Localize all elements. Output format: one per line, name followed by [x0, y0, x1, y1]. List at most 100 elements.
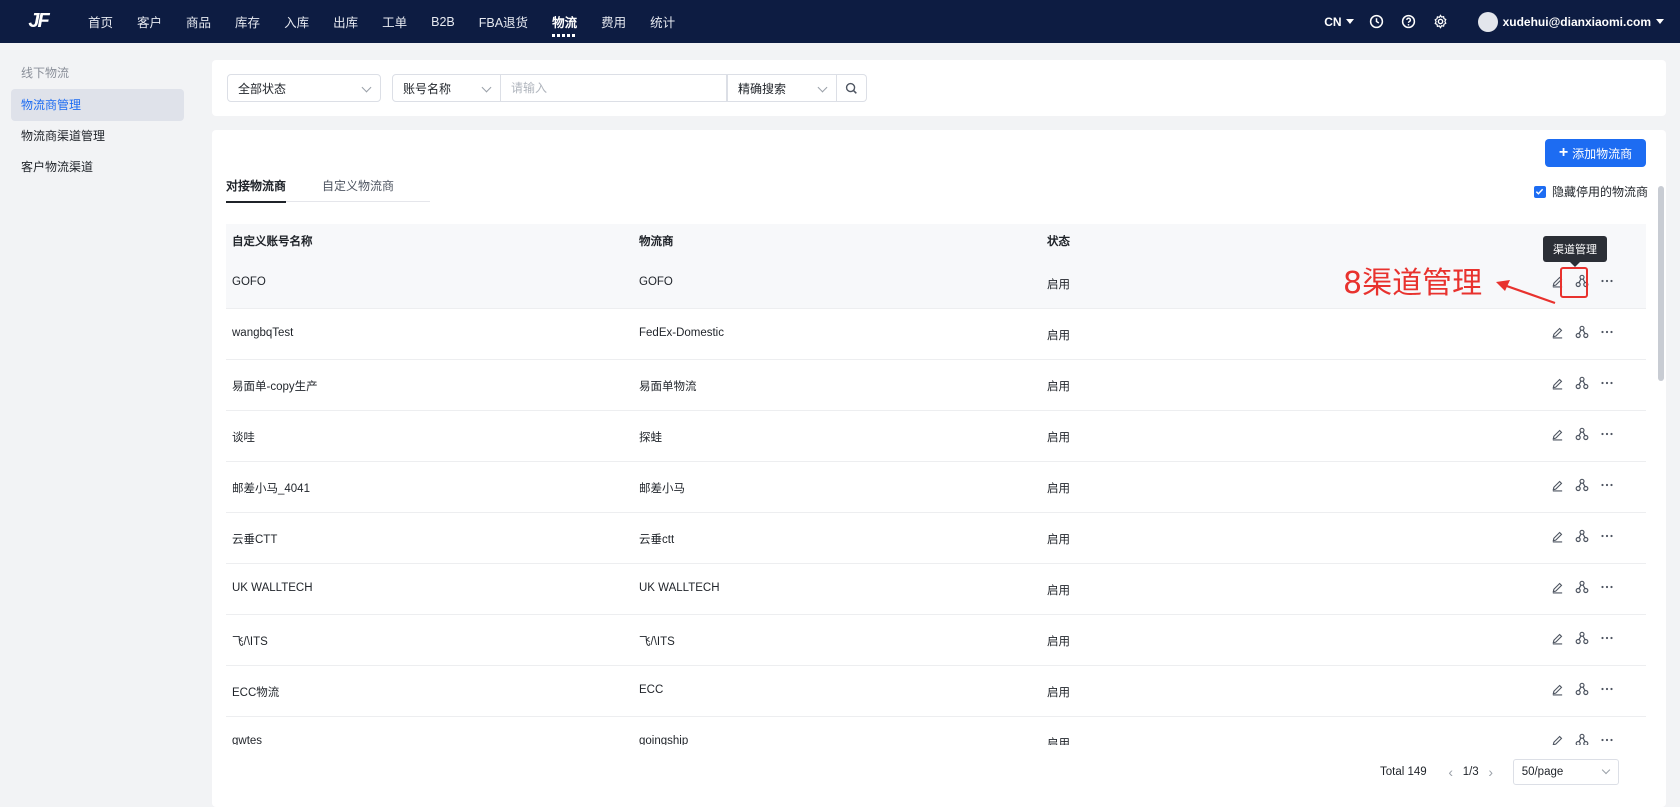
edit-icon[interactable] — [1549, 477, 1565, 493]
edit-icon[interactable] — [1549, 324, 1565, 340]
cell-account-name: wangbqTest — [232, 327, 294, 339]
more-options-icon[interactable] — [1599, 681, 1615, 697]
next-page-icon[interactable]: › — [1483, 764, 1499, 780]
nav-item[interactable]: 工单 — [370, 0, 419, 43]
chevron-down-icon — [1601, 765, 1610, 775]
more-options-icon[interactable] — [1599, 732, 1615, 745]
sidebar-item-carrier-management[interactable]: 物流商管理 — [11, 89, 184, 121]
cell-status: 启用 — [1047, 381, 1070, 393]
cell-account-name: 邮差小马_4041 — [232, 483, 310, 495]
help-icon[interactable] — [1400, 13, 1418, 31]
cell-status: 启用 — [1047, 330, 1070, 342]
annotation-arrow-icon — [1496, 280, 1556, 305]
clock-icon[interactable] — [1368, 13, 1386, 31]
search-field-select[interactable]: 账号名称 — [392, 74, 501, 102]
tab-custom-carriers[interactable]: 自定义物流商 — [322, 174, 394, 202]
row-actions — [1549, 477, 1615, 493]
edit-icon[interactable] — [1549, 579, 1565, 595]
nav-item[interactable]: FBA退货 — [467, 0, 540, 43]
edit-icon[interactable] — [1549, 375, 1565, 391]
more-options-icon[interactable] — [1599, 273, 1615, 289]
edit-icon[interactable] — [1549, 732, 1565, 745]
sidebar-item-customer-logistics-channel[interactable]: 客户物流渠道 — [11, 151, 184, 183]
table-row[interactable]: 谈哇 探蛙 启用 — [226, 411, 1646, 462]
column-header-account-name[interactable]: 自定义账号名称 — [232, 233, 313, 249]
nav-item[interactable]: 库存 — [223, 0, 272, 43]
cell-status: 启用 — [1047, 738, 1070, 745]
sidebar-item-carrier-channel-management[interactable]: 物流商渠道管理 — [11, 120, 184, 152]
filter-bar: 全部状态 账号名称 精确搜索 — [212, 60, 1666, 116]
channel-management-icon[interactable] — [1574, 630, 1590, 646]
nav-item[interactable]: 统计 — [638, 0, 687, 43]
cell-account-name: GOFO — [232, 276, 266, 288]
more-options-icon[interactable] — [1599, 477, 1615, 493]
channel-management-icon[interactable] — [1574, 426, 1590, 442]
search-input[interactable] — [501, 74, 727, 102]
nav-item[interactable]: 出库 — [321, 0, 370, 43]
app-logo[interactable]: JF — [0, 0, 76, 43]
nav-item[interactable]: 费用 — [589, 0, 638, 43]
nav-item[interactable]: B2B — [419, 0, 467, 43]
search-mode-value: 精确搜索 — [738, 81, 787, 96]
cell-carrier: 飞/\ITS — [639, 636, 675, 648]
channel-management-icon[interactable] — [1574, 324, 1590, 340]
channel-management-icon[interactable] — [1574, 477, 1590, 493]
more-options-icon[interactable] — [1599, 630, 1615, 646]
annotation-highlight-box — [1560, 267, 1588, 298]
edit-icon[interactable] — [1549, 630, 1565, 646]
plus-icon: + — [1558, 144, 1569, 161]
column-header-status[interactable]: 状态 — [1047, 233, 1070, 249]
channel-management-icon[interactable] — [1574, 375, 1590, 391]
nav-item[interactable]: 首页 — [76, 0, 125, 43]
hide-disabled-toggle[interactable]: 隐藏停用的物流商 — [1533, 183, 1648, 200]
table-row[interactable]: UK WALLTECH UK WALLTECH 启用 — [226, 564, 1646, 615]
add-carrier-label: 添加物流商 — [1572, 146, 1633, 161]
table-row[interactable]: wangbqTest FedEx-Domestic 启用 — [226, 309, 1646, 360]
cell-status: 启用 — [1047, 483, 1070, 495]
language-label: CN — [1324, 14, 1342, 29]
table-row[interactable]: 云垂CTT 云垂ctt 启用 — [226, 513, 1646, 564]
cell-status: 启用 — [1047, 687, 1070, 699]
more-options-icon[interactable] — [1599, 375, 1615, 391]
edit-icon[interactable] — [1549, 528, 1565, 544]
gear-icon[interactable] — [1432, 13, 1450, 31]
more-options-icon[interactable] — [1599, 426, 1615, 442]
more-options-icon[interactable] — [1599, 579, 1615, 595]
user-menu[interactable]: xudehui@dianxiaomi.com — [1477, 11, 1664, 32]
page-size-select[interactable]: 50/page — [1512, 759, 1619, 785]
add-carrier-button[interactable]: + 添加物流商 — [1545, 139, 1646, 167]
nav-item[interactable]: 物流 — [540, 0, 589, 43]
channel-management-icon[interactable] — [1574, 528, 1590, 544]
nav-item[interactable]: 入库 — [272, 0, 321, 43]
nav-item[interactable]: 客户 — [125, 0, 174, 43]
table-row[interactable]: 易面单-copy生产 易面单物流 启用 — [226, 360, 1646, 411]
edit-icon[interactable] — [1549, 681, 1565, 697]
cell-status: 启用 — [1047, 279, 1070, 291]
table-row[interactable]: ECC物流 ECC 启用 — [226, 666, 1646, 717]
cell-status: 启用 — [1047, 432, 1070, 444]
edit-icon[interactable] — [1549, 426, 1565, 442]
cell-carrier: 易面单物流 — [639, 381, 697, 393]
prev-page-icon[interactable]: ‹ — [1443, 764, 1459, 780]
search-button[interactable] — [837, 74, 867, 102]
language-switcher[interactable]: CN — [1324, 14, 1354, 29]
nav-item[interactable]: 商品 — [174, 0, 223, 43]
cell-carrier: FedEx-Domestic — [639, 327, 724, 339]
search-mode-select[interactable]: 精确搜索 — [727, 74, 837, 102]
column-header-carrier[interactable]: 物流商 — [639, 233, 674, 249]
table-row[interactable]: gwtes goingship 启用 — [226, 717, 1646, 745]
vertical-scrollbar[interactable] — [1658, 186, 1664, 381]
cell-carrier: 邮差小马 — [639, 483, 685, 495]
channel-management-icon[interactable] — [1574, 681, 1590, 697]
more-options-icon[interactable] — [1599, 528, 1615, 544]
table-row[interactable]: 邮差小马_4041 邮差小马 启用 — [226, 462, 1646, 513]
channel-management-icon[interactable] — [1574, 579, 1590, 595]
user-email: xudehui@dianxiaomi.com — [1502, 14, 1651, 29]
more-options-icon[interactable] — [1599, 324, 1615, 340]
table-row[interactable]: 飞/\ITS 飞/\ITS 启用 — [226, 615, 1646, 666]
channel-management-icon[interactable] — [1574, 732, 1590, 745]
status-select[interactable]: 全部状态 — [227, 74, 381, 102]
row-actions — [1549, 375, 1615, 391]
tab-integrated-carriers[interactable]: 对接物流商 — [226, 174, 287, 203]
checkbox-checked-icon[interactable] — [1533, 185, 1546, 198]
